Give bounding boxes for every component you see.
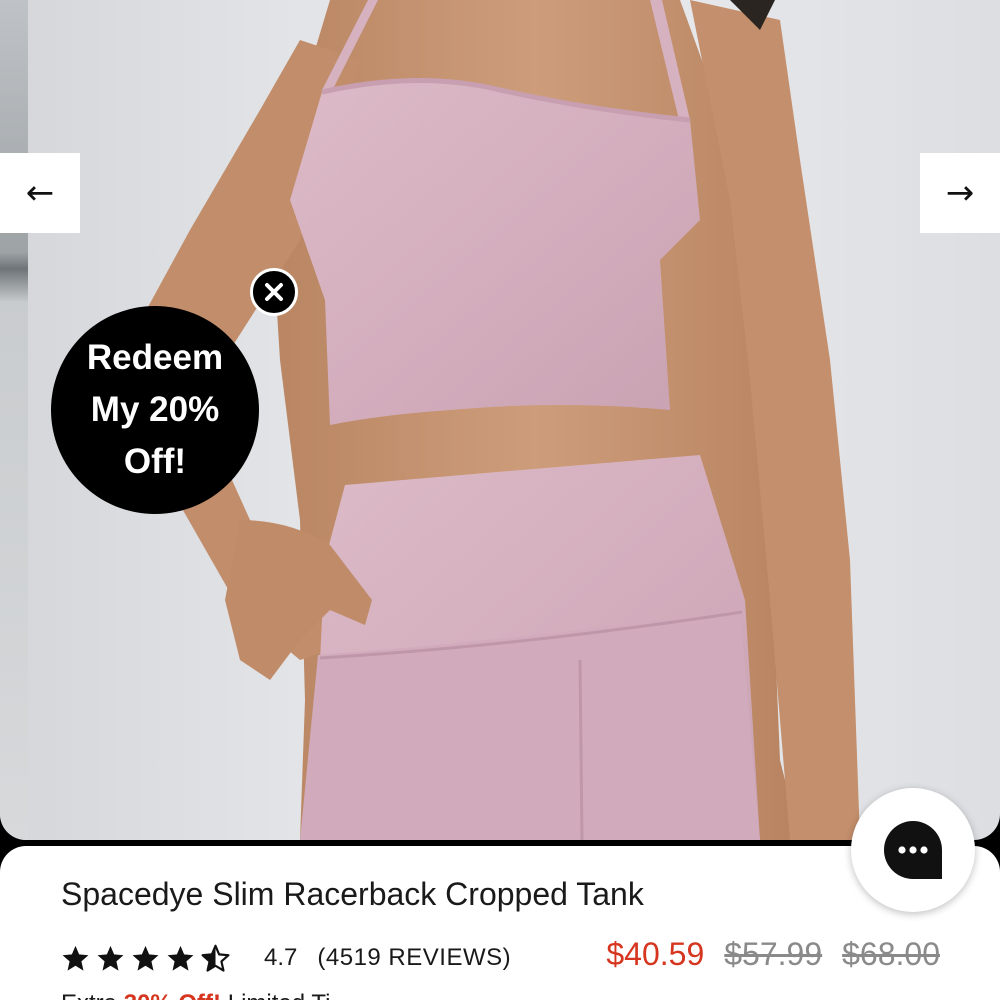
product-details: Spacedye Slim Racerback Cropped Tank 4.7… [0,846,1000,1000]
product-rating[interactable]: 4.7 (4519 REVIEWS) [61,940,511,976]
price-block: $40.59 $57.99 $68.00 [606,936,940,973]
close-icon [265,283,283,301]
arrow-right-icon: → [945,173,975,213]
arrow-left-icon: ← [25,173,55,213]
promo-message-suffix: Limited Ti [221,990,331,1000]
original-price: $68.00 [842,936,940,972]
next-image-button[interactable]: → [920,153,1000,233]
close-promo-button[interactable] [250,268,298,316]
promo-text: Redeem My 20% Off! [65,332,245,488]
sale-price: $40.59 [606,936,705,972]
promo-message-prefix: Extra [61,990,124,1000]
redeem-discount-button[interactable]: Redeem My 20% Off! [51,306,259,514]
star-half-icon [201,944,230,972]
previous-image-button[interactable]: ← [0,153,80,233]
star-filled-icon [167,945,194,971]
product-title: Spacedye Slim Racerback Cropped Tank [61,876,644,912]
promo-message-accent: 30% Off! [124,990,221,1000]
chat-bubble-icon [882,819,944,881]
was-price: $57.99 [724,936,823,972]
promo-line-3: Off! [123,442,187,481]
promo-message: Extra 30% Off! Limited Ti [61,990,330,1000]
review-count-link[interactable]: (4519 REVIEWS) [317,944,511,972]
promo-line-1: Redeem [86,338,224,377]
star-filled-icon [62,945,89,971]
star-filled-icon [132,945,159,971]
star-filled-icon [97,945,124,971]
chat-button[interactable] [851,788,975,912]
adjacent-image-edge [0,0,28,840]
promo-line-2: My 20% [90,390,220,429]
product-image-gallery[interactable]: ← → Redeem My 20% Off! [0,0,1000,840]
product-page: ← → Redeem My 20% Off! Spacedye Slim Rac… [0,0,1000,1000]
rating-value: 4.7 [264,944,298,971]
star-rating [61,944,236,973]
